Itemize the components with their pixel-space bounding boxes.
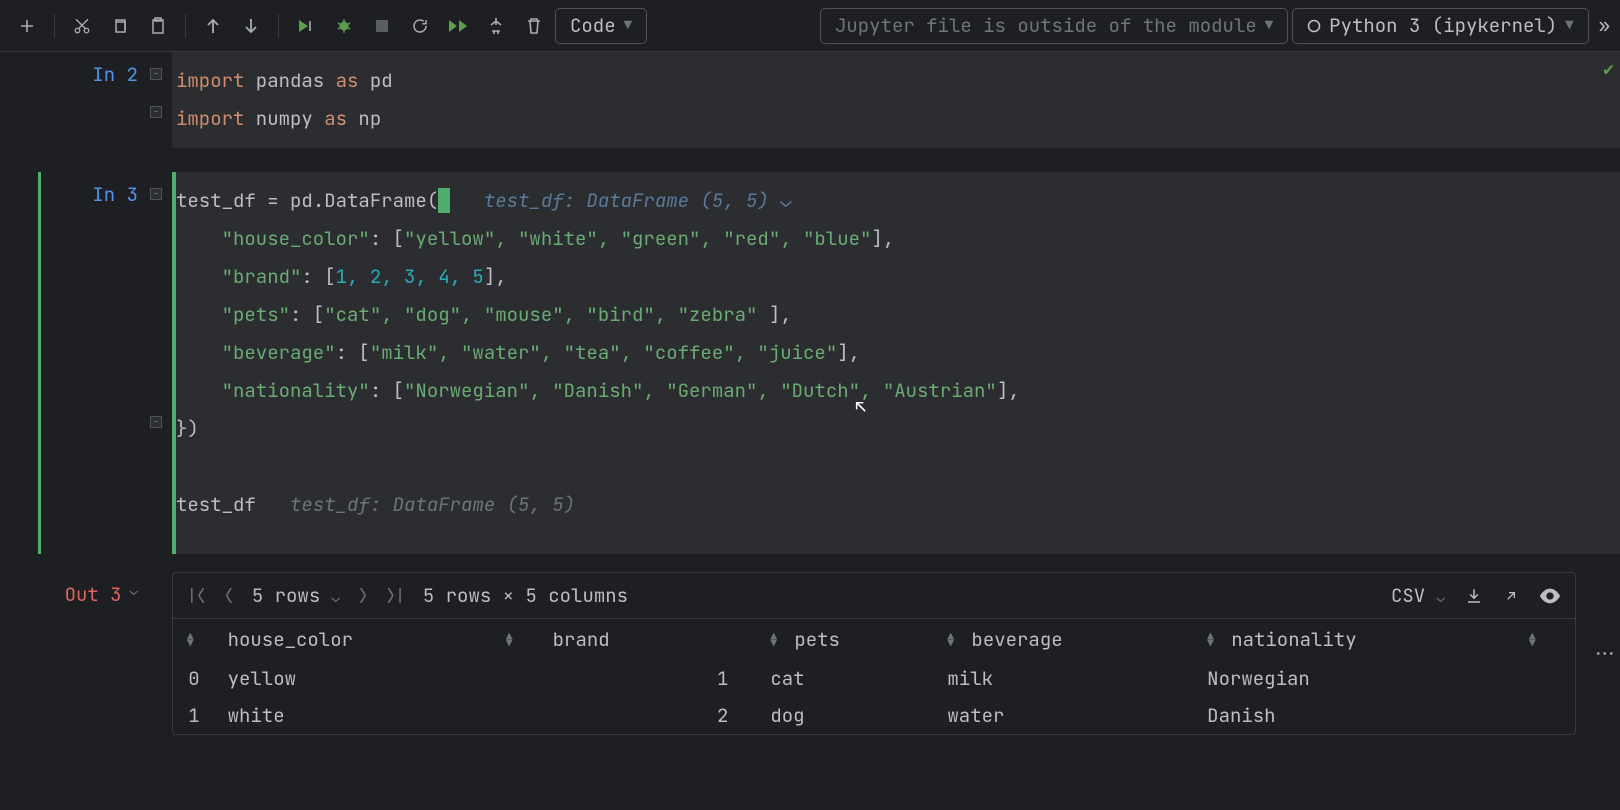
rows-selector[interactable]: 5 rows ⌄ [252, 583, 340, 608]
fold-handle-icon[interactable]: − [150, 68, 162, 80]
kernel-label: Python 3 (ipykernel) [1329, 13, 1557, 38]
cell-type-label: Code [570, 13, 616, 38]
open-external-icon[interactable] [1503, 588, 1519, 604]
fold-handle-icon[interactable]: − [150, 188, 162, 200]
cell-prompt: In 3 [40, 172, 150, 554]
paste-button[interactable] [141, 9, 175, 43]
run-cell-button[interactable] [289, 9, 323, 43]
column-header[interactable]: ▲▼ nationality [1193, 619, 1515, 660]
first-page-button[interactable]: |⟨ [187, 585, 206, 606]
shape-label: 5 rows × 5 columns [423, 583, 628, 608]
circle-icon [1307, 19, 1321, 33]
copy-button[interactable] [103, 9, 137, 43]
chevron-down-icon: ▼ [1565, 17, 1573, 35]
code-editor[interactable]: test_df = pd.DataFrame({ test_df: DataFr… [172, 172, 1620, 554]
eye-icon[interactable] [1539, 588, 1561, 604]
table-header-row: ▲▼ house_color ▲▼ brand ▲▼ pets ▲▼ bever… [173, 619, 1575, 660]
debug-cell-button[interactable] [327, 9, 361, 43]
table-row[interactable]: 0 yellow 1 cat milk Norwegian [173, 660, 1575, 697]
module-status-selector[interactable]: Jupyter file is outside of the module ▼ [820, 8, 1288, 44]
column-header[interactable]: ▲▼ beverage [933, 619, 1193, 660]
chevron-down-icon: ▼ [624, 17, 632, 35]
table-row[interactable]: 1 white 2 dog water Danish [173, 697, 1575, 734]
notebook-area: In 2 − − import pandas as pd import nump… [0, 52, 1620, 810]
column-header[interactable]: ▲▼ pets [756, 619, 933, 660]
kernel-selector[interactable]: Python 3 (ipykernel) ▼ [1292, 8, 1588, 44]
cell-prompt: In 2 [40, 52, 150, 172]
code-cell: In 2 − − import pandas as pd import nump… [0, 52, 1620, 172]
inlay-hint[interactable]: test_df: DataFrame (5, 5) [450, 188, 769, 213]
restart-kernel-button[interactable] [403, 9, 437, 43]
column-header[interactable]: house_color [214, 619, 492, 660]
run-all-button[interactable] [441, 9, 475, 43]
more-actions-button[interactable]: ⋮ [1593, 644, 1618, 663]
dataframe-table[interactable]: ▲▼ house_color ▲▼ brand ▲▼ pets ▲▼ bever… [173, 619, 1575, 734]
move-up-button[interactable] [196, 9, 230, 43]
dataframe-toolbar: |⟨ ⟨ 5 rows ⌄ ⟩ ⟩| 5 rows × 5 columns CS… [173, 573, 1575, 619]
fold-handle-icon[interactable]: − [150, 416, 162, 428]
inlay-hint[interactable]: test_df: DataFrame (5, 5) [256, 492, 575, 517]
export-csv-button[interactable]: CSV ⌄ [1391, 583, 1445, 608]
move-down-button[interactable] [234, 9, 268, 43]
chevron-down-icon[interactable]: ⌄ [130, 582, 138, 600]
add-cell-button[interactable] [10, 9, 44, 43]
output-cell: Out 3 ⌄ |⟨ ⟨ 5 rows ⌄ ⟩ ⟩| 5 rows × 5 co… [0, 572, 1620, 735]
inspection-ok-icon[interactable]: ✔ [1603, 58, 1614, 81]
fold-handle-icon[interactable]: − [150, 106, 162, 118]
dataframe-viewer: |⟨ ⟨ 5 rows ⌄ ⟩ ⟩| 5 rows × 5 columns CS… [172, 572, 1576, 735]
cut-button[interactable] [65, 9, 99, 43]
cell-type-selector[interactable]: Code ▼ [555, 8, 647, 44]
output-prompt: Out 3 ⌄ [40, 572, 150, 735]
stop-button[interactable] [365, 9, 399, 43]
module-status-label: Jupyter file is outside of the module [835, 13, 1257, 38]
notebook-toolbar: Code ▼ Jupyter file is outside of the mo… [0, 0, 1620, 52]
clear-outputs-button[interactable] [479, 9, 513, 43]
download-icon[interactable] [1465, 587, 1483, 605]
prev-page-button[interactable]: ⟨ [224, 585, 234, 606]
toolbar-overflow-button[interactable]: » [1599, 13, 1610, 38]
chevron-down-icon: ▼ [1265, 17, 1273, 35]
code-cell: In 3 − − test_df = pd.DataFrame({ test_d… [0, 172, 1620, 554]
delete-cell-button[interactable] [517, 9, 551, 43]
code-editor[interactable]: import pandas as pd import numpy as np [172, 52, 1620, 148]
next-page-button[interactable]: ⟩ [358, 585, 368, 606]
last-page-button[interactable]: ⟩| [386, 585, 405, 606]
column-header[interactable]: ▲▼ brand [492, 619, 757, 660]
